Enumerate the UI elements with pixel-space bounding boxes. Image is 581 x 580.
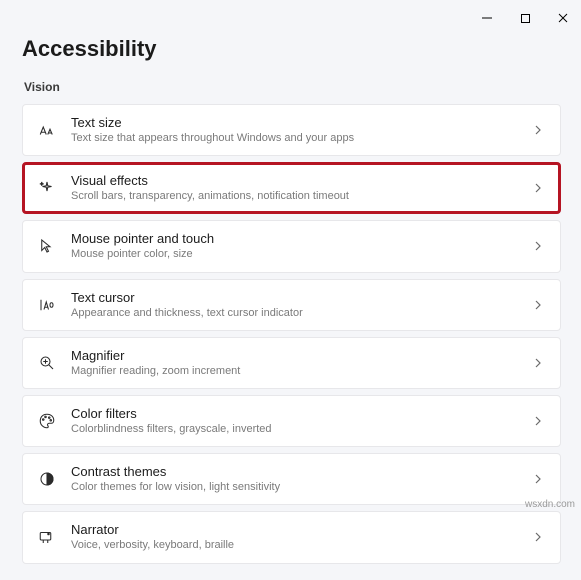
chevron-right-icon [530,471,546,487]
item-text: Text cursor Appearance and thickness, te… [71,290,516,320]
item-sub: Voice, verbosity, keyboard, braille [71,539,516,552]
item-sub: Color themes for low vision, light sensi… [71,481,516,494]
maximize-button[interactable] [513,6,537,30]
item-narrator[interactable]: Narrator Voice, verbosity, keyboard, bra… [22,511,561,563]
accessibility-page: Accessibility Vision Text size Text size… [0,0,581,580]
text-size-icon [37,120,57,140]
contrast-icon [37,469,57,489]
item-title: Narrator [71,522,516,537]
item-title: Text cursor [71,290,516,305]
item-title: Color filters [71,406,516,421]
item-text: Mouse pointer and touch Mouse pointer co… [71,231,516,261]
chevron-right-icon [530,238,546,254]
chevron-right-icon [530,180,546,196]
item-title: Contrast themes [71,464,516,479]
magnifier-icon [37,353,57,373]
section-vision-label: Vision [24,80,561,94]
item-sub: Colorblindness filters, grayscale, inver… [71,423,516,436]
item-contrast-themes[interactable]: Contrast themes Color themes for low vis… [22,453,561,505]
item-color-filters[interactable]: Color filters Colorblindness filters, gr… [22,395,561,447]
palette-icon [37,411,57,431]
chevron-right-icon [530,529,546,545]
close-button[interactable] [551,6,575,30]
chevron-right-icon [530,413,546,429]
text-cursor-icon [37,295,57,315]
item-sub: Scroll bars, transparency, animations, n… [71,190,516,203]
chevron-right-icon [530,355,546,371]
item-visual-effects[interactable]: Visual effects Scroll bars, transparency… [22,162,561,214]
item-text: Text size Text size that appears through… [71,115,516,145]
watermark: wsxdn.com [525,499,575,510]
cursor-icon [37,236,57,256]
item-sub: Appearance and thickness, text cursor in… [71,307,516,320]
item-text: Visual effects Scroll bars, transparency… [71,173,516,203]
chevron-right-icon [530,122,546,138]
item-text-size[interactable]: Text size Text size that appears through… [22,104,561,156]
item-text: Narrator Voice, verbosity, keyboard, bra… [71,522,516,552]
item-title: Visual effects [71,173,516,188]
page-title: Accessibility [22,36,561,62]
minimize-button[interactable] [475,6,499,30]
item-magnifier[interactable]: Magnifier Magnifier reading, zoom increm… [22,337,561,389]
item-sub: Magnifier reading, zoom increment [71,365,516,378]
sparkle-icon [37,178,57,198]
chevron-right-icon [530,297,546,313]
window-controls [475,6,575,30]
item-text: Color filters Colorblindness filters, gr… [71,406,516,436]
item-mouse-pointer[interactable]: Mouse pointer and touch Mouse pointer co… [22,220,561,272]
item-text: Magnifier Magnifier reading, zoom increm… [71,348,516,378]
item-sub: Mouse pointer color, size [71,248,516,261]
narrator-icon [37,527,57,547]
item-text: Contrast themes Color themes for low vis… [71,464,516,494]
item-sub: Text size that appears throughout Window… [71,132,516,145]
item-title: Magnifier [71,348,516,363]
item-title: Text size [71,115,516,130]
item-title: Mouse pointer and touch [71,231,516,246]
item-text-cursor[interactable]: Text cursor Appearance and thickness, te… [22,279,561,331]
